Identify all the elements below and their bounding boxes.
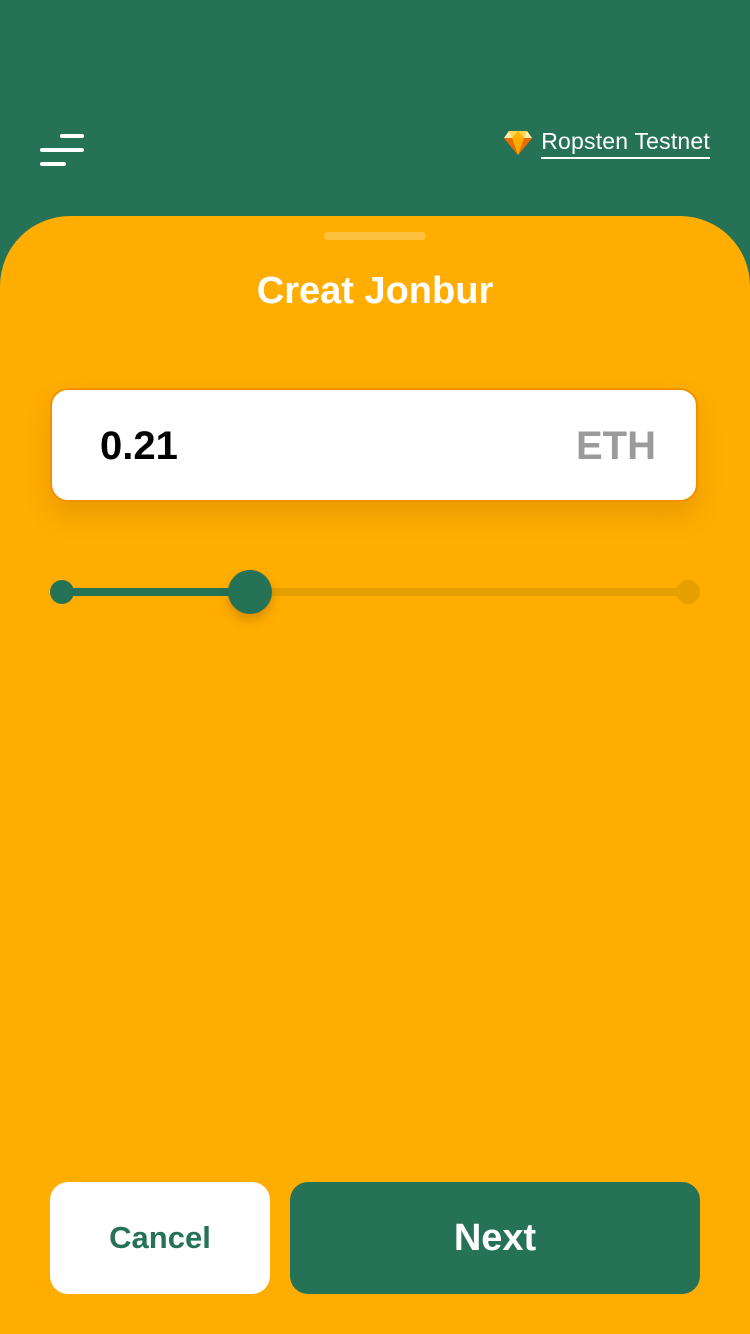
menu-bar-middle [40, 148, 84, 152]
cancel-button[interactable]: Cancel [50, 1182, 270, 1294]
slider-thumb[interactable] [227, 570, 272, 614]
menu-bar-bottom [40, 162, 66, 166]
menu-icon[interactable] [40, 132, 86, 168]
next-button[interactable]: Next [290, 1182, 700, 1294]
sheet-title: Creat Jonbur [256, 270, 494, 312]
slider-start-dot [50, 580, 74, 604]
network-selector[interactable]: Ropsten Testnet [503, 126, 710, 160]
menu-bar-top [60, 134, 84, 138]
amount-input[interactable]: 0.21 ETH [50, 388, 698, 502]
sheet-drag-handle[interactable] [324, 232, 426, 240]
network-label[interactable]: Ropsten Testnet [541, 128, 710, 159]
slider-end-dot [676, 580, 700, 604]
amount-value[interactable]: 0.21 [100, 424, 178, 469]
amount-slider[interactable] [50, 568, 700, 618]
amount-unit-label: ETH [576, 424, 656, 468]
bottom-sheet: Creat Jonbur 0.21 ETH Cancel Next [0, 216, 750, 1334]
diamond-icon [504, 131, 533, 155]
slider-fill [62, 588, 250, 596]
